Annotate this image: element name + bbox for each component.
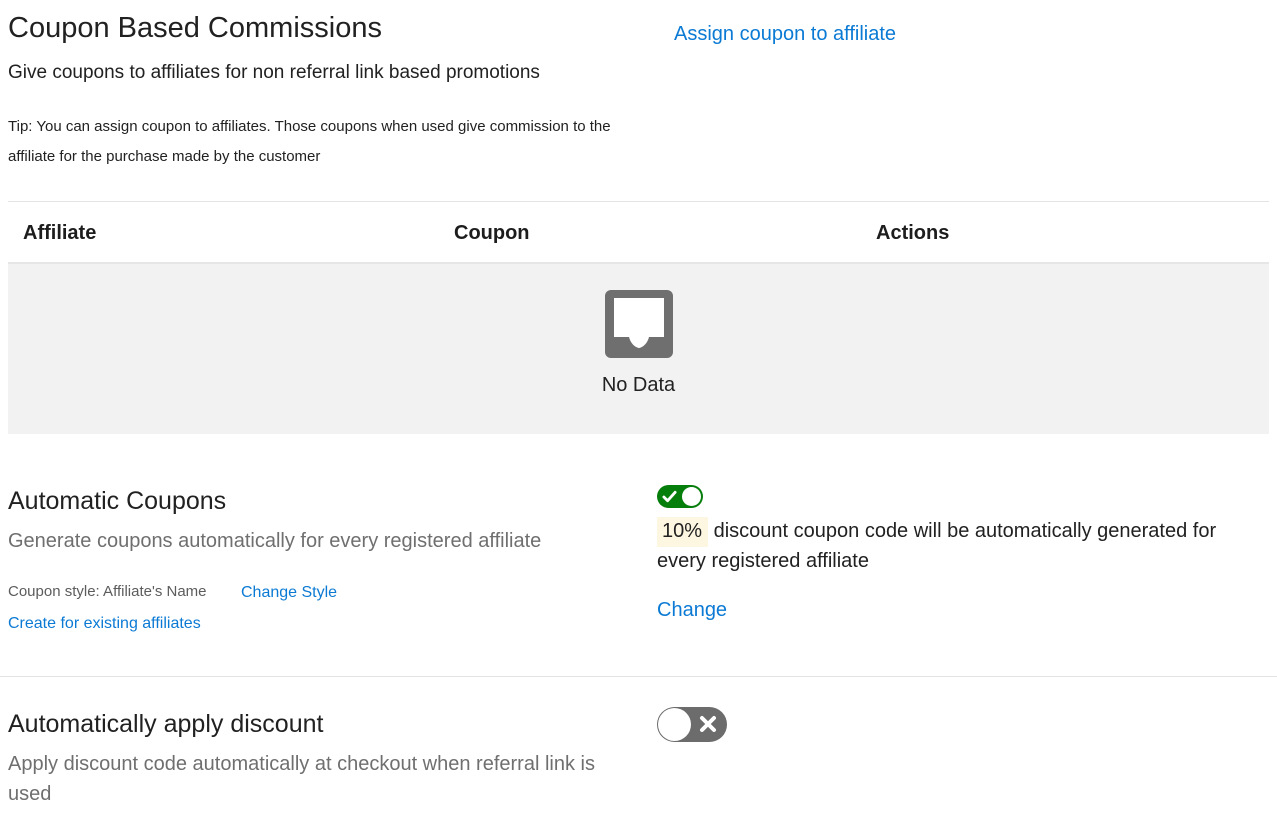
column-header-actions: Actions	[876, 222, 950, 244]
automatic-coupons-description: Generate coupons automatically for every…	[8, 530, 542, 552]
coupon-style-label: Coupon style: Affiliate's Name	[8, 583, 207, 600]
check-icon	[662, 490, 677, 503]
auto-apply-toggle[interactable]	[657, 707, 727, 742]
column-header-coupon: Coupon	[454, 222, 530, 244]
inbox-icon	[605, 290, 673, 358]
discount-percent-badge: 10%	[657, 517, 709, 547]
close-icon	[700, 716, 716, 732]
page-subtitle: Give coupons to affiliates for non refer…	[8, 62, 540, 83]
toggle-knob	[682, 487, 701, 506]
table-top-divider	[8, 201, 1269, 202]
assign-coupon-link[interactable]: Assign coupon to affiliate	[674, 23, 896, 46]
discount-text: discount coupon code will be automatical…	[657, 520, 1217, 572]
toggle-knob	[658, 708, 691, 741]
tip-text: Tip: You can assign coupon to affiliates…	[8, 118, 611, 165]
automatic-coupons-title: Automatic Coupons	[8, 487, 227, 515]
page-title: Coupon Based Commissions	[8, 12, 382, 44]
change-discount-link[interactable]: Change	[657, 599, 727, 622]
change-style-link[interactable]: Change Style	[241, 584, 337, 602]
section-divider	[0, 676, 1277, 677]
create-for-existing-link[interactable]: Create for existing affiliates	[8, 615, 201, 633]
automatic-coupons-toggle[interactable]	[657, 485, 703, 508]
auto-apply-title: Automatically apply discount	[8, 710, 324, 738]
no-data-label: No Data	[601, 374, 676, 396]
discount-description: 10% discount coupon code will be automat…	[657, 516, 1257, 576]
column-header-affiliate: Affiliate	[23, 222, 97, 244]
auto-apply-description: Apply discount code automatically at che…	[8, 753, 595, 805]
